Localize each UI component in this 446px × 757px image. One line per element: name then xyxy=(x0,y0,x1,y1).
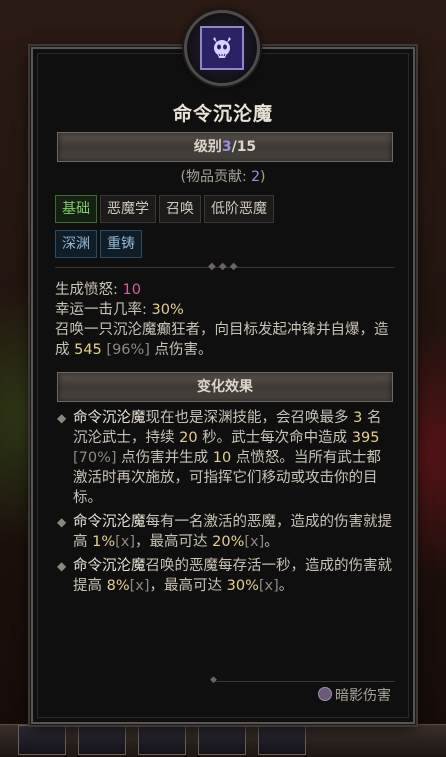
effect-skill-name: 命令沉沦魔 xyxy=(73,514,146,530)
effect-skill-name: 命令沉沦魔 xyxy=(73,410,146,426)
effects-header: 变化效果 xyxy=(57,372,393,402)
tag-basic: 基础 xyxy=(55,195,97,223)
skill-emblem xyxy=(184,10,260,86)
skill-slot[interactable] xyxy=(18,725,66,755)
effect-item: ◆ 命令沉沦魔召唤的恶魔每存活一秒，造成的伤害就提高 8%[x]，最高可达 30… xyxy=(55,556,395,596)
rank-max: 15 xyxy=(236,139,257,155)
skill-slot[interactable] xyxy=(198,725,246,755)
rank-current: 3 xyxy=(221,139,232,155)
desc-damage: 545 xyxy=(74,342,102,358)
shadow-damage-icon xyxy=(318,687,332,701)
skill-title: 命令沉沦魔 xyxy=(172,103,273,125)
bullet-icon: ◆ xyxy=(57,515,67,529)
effect-value: 30% xyxy=(226,578,259,594)
effect-multiplier: [x] xyxy=(244,534,265,550)
effect-text: ，最高可达 xyxy=(149,578,227,594)
skill-description: 召唤一只沉沦魔癫狂者，向目标发起冲锋并自爆，造成 545 [96%] 点伤害。 xyxy=(55,320,395,360)
footer-ornament-icon: ◆ xyxy=(210,675,217,685)
effect-value: 3 xyxy=(353,410,363,426)
damage-type-label: 暗影伤害 xyxy=(335,688,391,704)
effect-value: 20% xyxy=(212,534,245,550)
skill-slot[interactable] xyxy=(78,725,126,755)
effect-multiplier: [x] xyxy=(258,578,279,594)
skill-tooltip: 命令沉沦魔 级别3/15 (物品贡献: 2) 基础 恶魔学 召唤 低阶恶魔 深渊 重铸 … xyxy=(31,47,415,724)
contrib-prefix: (物品贡献: xyxy=(180,169,252,185)
effect-text: 。 xyxy=(264,534,279,550)
effect-multiplier: [x] xyxy=(129,578,150,594)
lucky-line: 幸运一击几率: 30% xyxy=(55,300,395,320)
bullet-icon: ◆ xyxy=(57,559,67,573)
footer-divider xyxy=(213,681,395,682)
effect-value: 395 xyxy=(351,430,380,446)
tag-demonology: 恶魔学 xyxy=(100,195,156,223)
tag-summon: 召唤 xyxy=(159,195,201,223)
desc-text-end: 点伤害。 xyxy=(149,342,213,358)
effect-text: ，最高可达 xyxy=(135,534,213,550)
wrath-label: 生成愤怒: xyxy=(55,282,123,298)
rank-bar: 级别3/15 xyxy=(57,132,393,162)
tag-abyss: 深渊 xyxy=(55,230,97,258)
effects-list: ◆ 命令沉沦魔现在也是深渊技能，会召唤最多 3 名沉沦武士，持续 20 秒。武士… xyxy=(55,408,395,600)
skill-slot[interactable] xyxy=(258,725,306,755)
rank-label: 级别 xyxy=(193,139,222,155)
skull-demon-icon xyxy=(200,26,244,70)
effect-multiplier: [x] xyxy=(115,534,136,550)
contrib-value: 2 xyxy=(251,169,261,185)
tag-lesser-demon: 低阶恶魔 xyxy=(204,195,274,223)
desc-percent: [96%] xyxy=(101,342,150,358)
lucky-label: 幸运一击几率: xyxy=(55,302,152,318)
item-contribution: (物品贡献: 2) xyxy=(33,166,413,186)
divider-ornament-icon: ◆ ◆ ◆ xyxy=(208,261,238,272)
effect-value: 1% xyxy=(92,534,116,550)
effect-text: 秒。武士每次命中造成 xyxy=(197,430,352,446)
effect-item: ◆ 命令沉沦魔现在也是深渊技能，会召唤最多 3 名沉沦武士，持续 20 秒。武士… xyxy=(55,408,395,508)
skill-slot[interactable] xyxy=(138,725,186,755)
effect-value: 20 xyxy=(179,430,198,446)
skill-stats: 生成愤怒: 10 幸运一击几率: 30% 召唤一只沉沦魔癫狂者，向目标发起冲锋并… xyxy=(55,280,395,360)
skill-bar xyxy=(0,724,446,757)
wrath-line: 生成愤怒: 10 xyxy=(55,280,395,300)
effect-value: 10 xyxy=(212,450,232,466)
bullet-icon: ◆ xyxy=(57,411,67,425)
lucky-value: 30% xyxy=(151,302,184,318)
damage-type: 暗影伤害 xyxy=(318,685,391,705)
contrib-suffix: ) xyxy=(260,169,266,185)
effect-value: 8% xyxy=(106,578,130,594)
wrath-value: 10 xyxy=(122,282,141,298)
effect-text: 点伤害并生成 xyxy=(116,450,213,466)
tag-reforge: 重铸 xyxy=(100,230,142,258)
skill-tags: 基础 恶魔学 召唤 低阶恶魔 深渊 重铸 xyxy=(55,195,395,265)
effect-skill-name: 命令沉沦魔 xyxy=(73,558,146,574)
effect-text: 现在也是深渊技能，会召唤最多 xyxy=(145,410,354,426)
effect-percent: [70%] xyxy=(73,450,117,466)
effect-text: 。 xyxy=(278,578,294,594)
effect-item: ◆ 命令沉沦魔每有一名激活的恶魔，造成的伤害就提高 1%[x]，最高可达 20%… xyxy=(55,512,395,552)
